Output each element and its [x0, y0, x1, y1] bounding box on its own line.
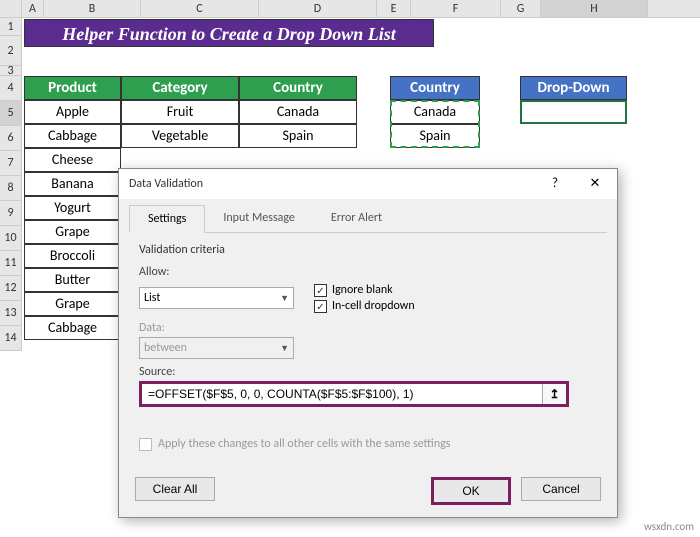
cell[interactable]: Butter	[24, 268, 121, 292]
row-header[interactable]: 6	[0, 126, 22, 151]
cell[interactable]: Canada	[390, 100, 480, 124]
col-header-A[interactable]: A	[22, 0, 44, 17]
cancel-button[interactable]: Cancel	[521, 477, 601, 501]
watermark: wsxdn.com	[644, 520, 694, 533]
allow-value: List	[144, 291, 160, 305]
tab-input-message[interactable]: Input Message	[205, 205, 313, 232]
dialog-title: Data Validation	[129, 177, 203, 191]
cell[interactable]: Vegetable	[121, 124, 239, 148]
row-header[interactable]: 11	[0, 251, 22, 276]
cell[interactable]: Spain	[390, 124, 480, 148]
ignore-blank-label: Ignore blank	[332, 283, 393, 297]
apply-all-checkbox	[139, 438, 152, 451]
clear-all-button[interactable]: Clear All	[135, 477, 215, 501]
cell[interactable]: Spain	[239, 124, 357, 148]
data-select: between ▼	[139, 337, 294, 359]
ok-button[interactable]: OK	[431, 477, 511, 505]
cell[interactable]: Yogurt	[24, 196, 121, 220]
row-header[interactable]: 14	[0, 326, 22, 351]
row-headers: 1 2 3 4 5 6 7 8 9 10 11 12 13 14	[0, 18, 22, 351]
cell[interactable]: Canada	[239, 100, 357, 124]
dialog-titlebar[interactable]: Data Validation ? ✕	[119, 169, 617, 199]
col-header-B[interactable]: B	[44, 0, 141, 17]
title-banner: Helper Function to Create a Drop Down Li…	[24, 19, 434, 47]
cell[interactable]: Cabbage	[24, 124, 121, 148]
col-header-F[interactable]: F	[411, 0, 501, 17]
col-header-C[interactable]: C	[141, 0, 259, 17]
row-header[interactable]: 7	[0, 151, 22, 176]
row-header[interactable]: 13	[0, 301, 22, 326]
spreadsheet-grid: A B C D E F G H 1 2 3 4 5 6 7 8 9 10 11 …	[0, 0, 700, 537]
data-validation-dialog: Data Validation ? ✕ Settings Input Messa…	[118, 168, 618, 518]
col-header-D[interactable]: D	[259, 0, 377, 17]
in-cell-dropdown-label: In-cell dropdown	[332, 299, 415, 313]
col-header-G[interactable]: G	[501, 0, 541, 17]
in-cell-dropdown-checkbox[interactable]: ✓	[314, 300, 327, 313]
cell[interactable]: Cabbage	[24, 316, 121, 340]
column-headers: A B C D E F G H	[0, 0, 700, 18]
help-button[interactable]: ?	[535, 170, 575, 198]
dialog-tabs: Settings Input Message Error Alert	[129, 205, 607, 233]
col-header-H[interactable]: H	[541, 0, 648, 17]
allow-label: Allow:	[139, 265, 597, 279]
source-input[interactable]	[142, 384, 542, 404]
cell[interactable]: Grape	[24, 292, 121, 316]
cell[interactable]: Banana	[24, 172, 121, 196]
source-label: Source:	[139, 365, 597, 379]
close-button[interactable]: ✕	[575, 170, 615, 198]
tab-settings[interactable]: Settings	[129, 205, 205, 233]
cell[interactable]: Grape	[24, 220, 121, 244]
row-header[interactable]: 9	[0, 201, 22, 226]
select-all-corner[interactable]	[0, 0, 22, 17]
row-header[interactable]: 12	[0, 276, 22, 301]
header-dropdown[interactable]: Drop-Down	[520, 76, 627, 100]
header-category[interactable]: Category	[121, 76, 239, 100]
row-header[interactable]: 1	[0, 18, 22, 36]
row-header[interactable]: 10	[0, 226, 22, 251]
allow-select[interactable]: List ▼	[139, 287, 294, 309]
source-input-wrap: ↥	[139, 381, 569, 407]
ignore-blank-checkbox[interactable]: ✓	[314, 284, 327, 297]
chevron-down-icon: ▼	[280, 343, 289, 354]
row-header[interactable]: 2	[0, 36, 22, 66]
tab-error-alert[interactable]: Error Alert	[313, 205, 400, 232]
active-cell[interactable]	[520, 100, 627, 124]
chevron-down-icon: ▼	[280, 293, 289, 304]
cell[interactable]: Fruit	[121, 100, 239, 124]
data-label: Data:	[139, 321, 597, 335]
row-header[interactable]: 4	[0, 76, 22, 101]
cell[interactable]: Cheese	[24, 148, 121, 172]
validation-criteria-label: Validation criteria	[139, 243, 597, 257]
header-country-aux[interactable]: Country	[390, 76, 480, 100]
row-header[interactable]: 3	[0, 66, 22, 76]
data-value: between	[144, 341, 187, 355]
row-header[interactable]: 8	[0, 176, 22, 201]
cell[interactable]: Broccoli	[24, 244, 121, 268]
header-product[interactable]: Product	[24, 76, 121, 100]
col-header-E[interactable]: E	[377, 0, 411, 17]
row-header[interactable]: 5	[0, 101, 22, 126]
cell[interactable]: Apple	[24, 100, 121, 124]
apply-all-label: Apply these changes to all other cells w…	[158, 437, 450, 451]
range-picker-button[interactable]: ↥	[542, 384, 566, 404]
header-country[interactable]: Country	[239, 76, 357, 100]
